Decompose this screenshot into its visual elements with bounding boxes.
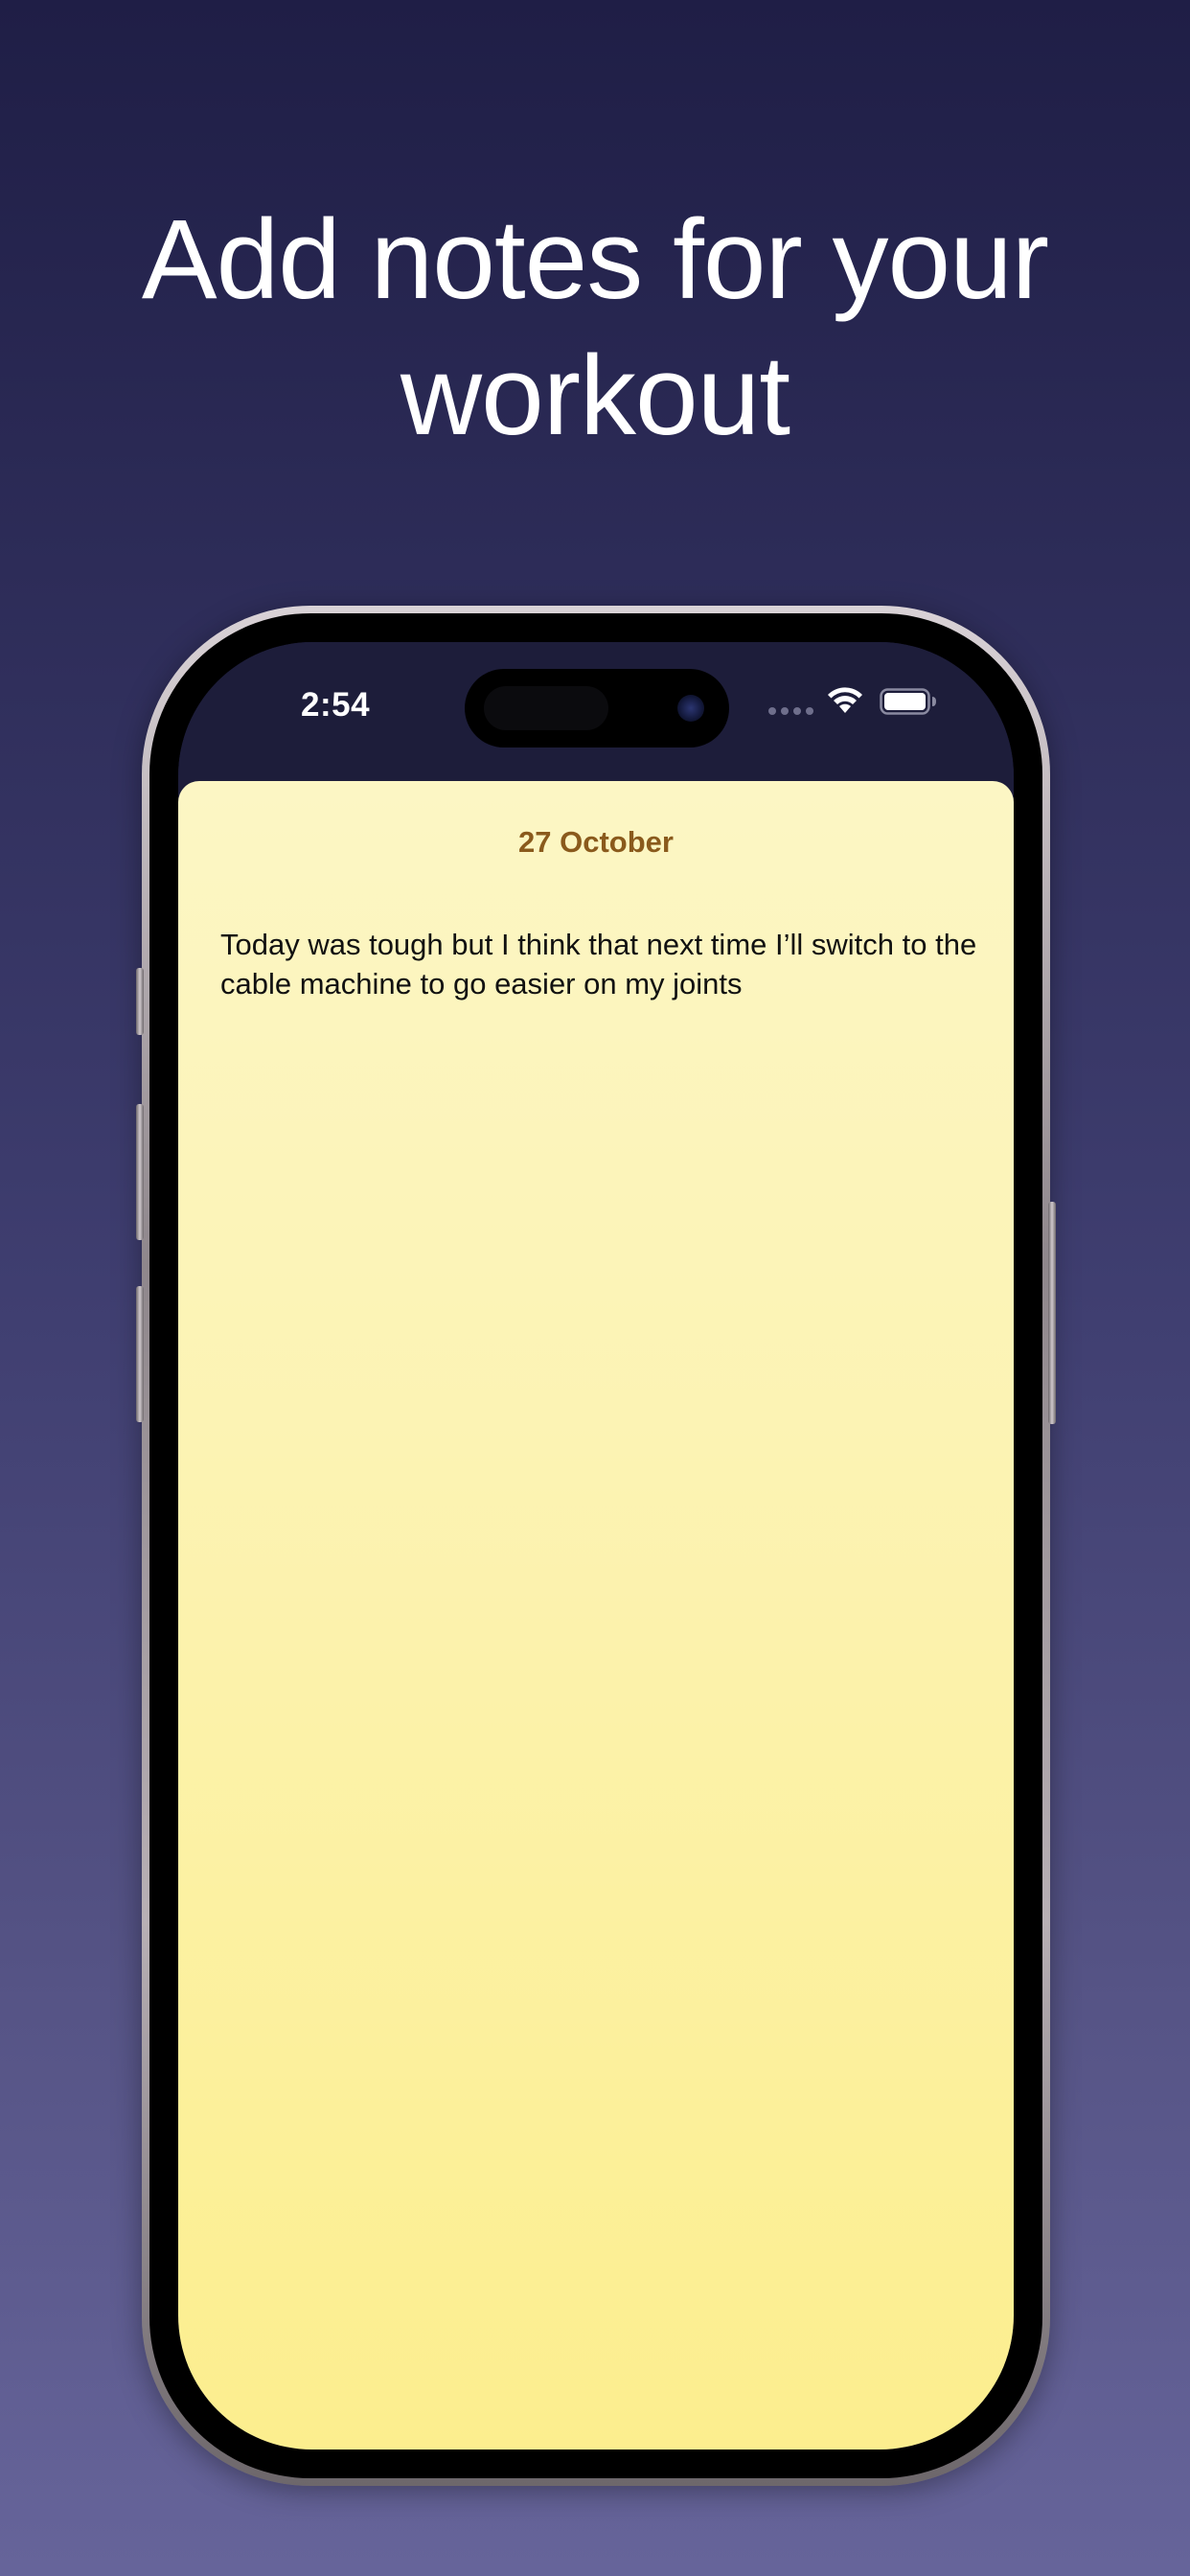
note-sheet: 27 October Today was tough but I think t… — [178, 781, 1014, 2450]
power-button — [1048, 1202, 1056, 1424]
volume-down-button — [136, 1286, 144, 1422]
note-text-editor[interactable]: Today was tough but I think that next ti… — [220, 925, 977, 1003]
phone-frame: 2:54 27 October Today was tough but I th — [136, 606, 1056, 2486]
wifi-icon — [828, 687, 862, 713]
status-time: 2:54 — [301, 686, 371, 724]
marketing-headline: Add notes for your workout — [0, 192, 1190, 464]
action-button — [136, 968, 144, 1035]
volume-up-button — [136, 1104, 144, 1240]
cellular-signal-icon — [768, 707, 813, 715]
phone-screen: 2:54 27 October Today was tough but I th — [178, 642, 1014, 2450]
dynamic-island — [465, 669, 729, 748]
headline-line-2: workout — [400, 333, 790, 459]
battery-icon — [880, 688, 936, 715]
note-date: 27 October — [518, 825, 674, 859]
front-camera-icon — [677, 695, 704, 722]
island-sensor — [484, 686, 608, 730]
headline-line-1: Add notes for your — [141, 196, 1049, 323]
